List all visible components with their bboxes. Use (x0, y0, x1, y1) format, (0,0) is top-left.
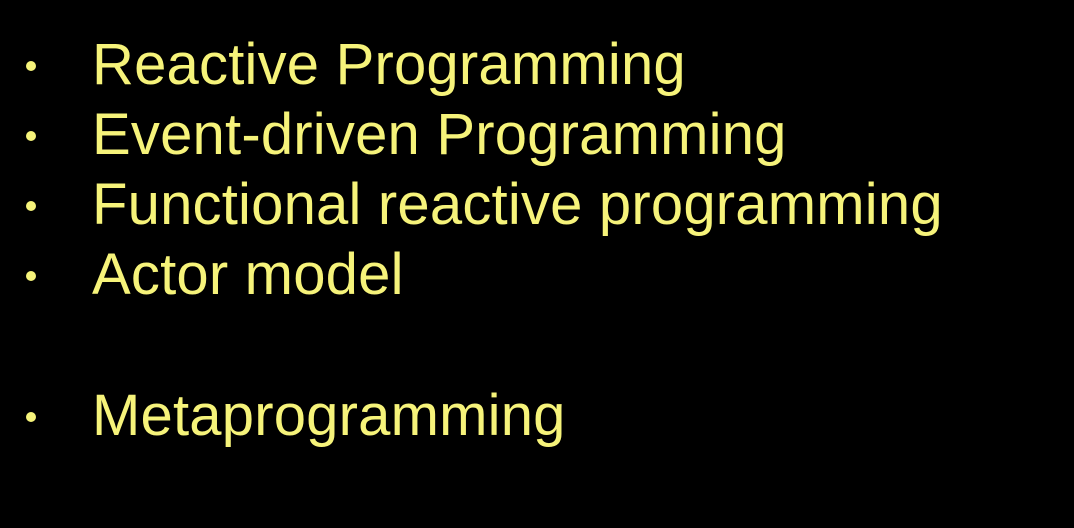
bullet-list: Reactive Programming Event-driven Progra… (0, 0, 1074, 528)
list-item: Functional reactive programming (0, 170, 1074, 240)
list-item: Actor model (0, 240, 1074, 310)
list-item: Event-driven Programming (0, 100, 1074, 170)
bullet-label: Metaprogramming (92, 383, 566, 448)
list-item: Metaprogramming (0, 381, 1074, 451)
bullet-label: Functional reactive programming (92, 172, 943, 237)
bullet-label: Event-driven Programming (92, 102, 787, 167)
bullet-icon (26, 271, 36, 281)
bullet-icon (26, 61, 36, 71)
bullet-icon (26, 201, 36, 211)
slide: Reactive Programming Event-driven Progra… (0, 0, 1074, 528)
bullet-label: Actor model (92, 242, 404, 307)
list-item: Reactive Programming (0, 30, 1074, 100)
bullet-icon (26, 412, 36, 422)
bullet-icon (26, 131, 36, 141)
bullet-label: Reactive Programming (92, 32, 686, 97)
